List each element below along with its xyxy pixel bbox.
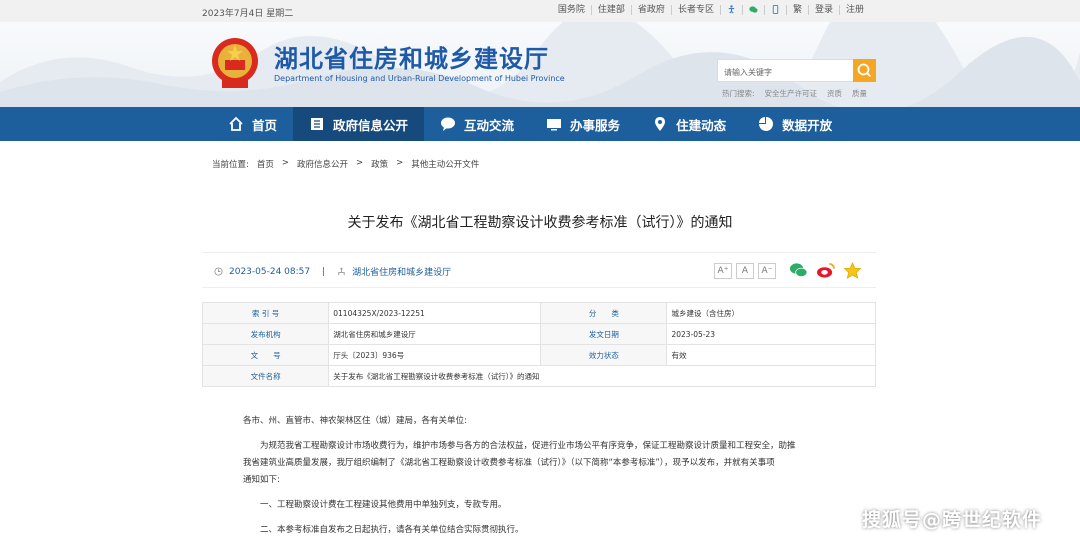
breadcrumb-separator: > (281, 158, 290, 168)
table-row: 发布机构 湖北省住房和城乡建设厅 发文日期 2023-05-23 (201, 323, 876, 345)
nav-label: 政府信息公开 (333, 117, 409, 133)
font-increase-button[interactable]: A⁺ (714, 263, 732, 279)
pie-chart-icon (758, 116, 774, 132)
breadcrumb-item[interactable]: 政府信息公开 (297, 158, 348, 170)
breadcrumb-label: 当前位置: (212, 160, 249, 170)
article-body: 各市、州、直管市、神农架林区住（城）建局，各有关单位: 为规范我省工程勘察设计市… (243, 413, 843, 539)
search-button[interactable] (853, 59, 876, 82)
table-row: 文 号 厅头〔2023〕936号 效力状态 有效 (201, 344, 876, 366)
mobile-icon[interactable] (763, 5, 786, 15)
link-state-council[interactable]: 国务院 (552, 5, 591, 15)
link-elderly-zone[interactable]: 长者专区 (670, 5, 720, 15)
table-row: 文件名称 关于发布《湖北省工程勘察设计收费参考标准（试行）》的通知 (201, 365, 876, 387)
info-value-publisher: 湖北省住房和城乡建设厅 (328, 323, 542, 345)
font-decrease-button[interactable]: A⁻ (758, 263, 776, 279)
body-paragraph: 为规范我省工程勘察设计市场收费行为，维护市场参与各方的合法权益，促进行业市场公平… (260, 441, 796, 451)
info-key-category: 分 类 (540, 302, 668, 324)
search-input[interactable]: 请输入关键字 (717, 59, 854, 82)
national-emblem-icon (212, 38, 258, 88)
info-value-doc-number: 厅头〔2023〕936号 (328, 344, 542, 366)
top-bar: 2023年7月4日 星期二 国务院 住建部 省政府 长者专区 繁 登录 注册 (0, 0, 1080, 22)
breadcrumb-item[interactable]: 首页 (257, 158, 274, 170)
hot-searches: 热门搜索: 安全生产许可证 资质 质量 (722, 88, 867, 99)
body-paragraph: 我省建筑业高质量发展，我厅组织编制了《湖北省工程勘察设计收费参考标准（试行）》（… (243, 458, 775, 468)
article-meta: 2023-05-24 08:57 | 湖北省住房和城乡建设厅 A⁺ A A⁻ (202, 252, 876, 288)
favorite-star-icon[interactable] (843, 262, 862, 279)
font-default-button[interactable]: A (736, 263, 754, 279)
info-key-doc-number: 文 号 (201, 344, 330, 366)
document-icon (309, 116, 325, 132)
traditional-chinese-link[interactable]: 繁 (785, 5, 808, 15)
info-value-file-name: 关于发布《湖北省工程勘察设计收费参考标准（试行）》的通知 (328, 365, 876, 387)
location-icon (652, 116, 668, 132)
hot-search-item[interactable]: 质量 (852, 88, 867, 99)
top-links: 国务院 住建部 省政府 长者专区 繁 登录 注册 (552, 5, 870, 15)
nav-item-home[interactable]: 首页 (212, 107, 293, 141)
info-value-index: 01104325X/2023-12251 (328, 302, 542, 324)
home-icon (228, 116, 244, 132)
table-row: 索 引 号 01104325X/2023-12251 分 类 城乡建设（含住房） (201, 302, 876, 324)
nav-item-services[interactable]: 办事服务 (530, 107, 636, 141)
info-value-category: 城乡建设（含住房） (666, 302, 876, 324)
nav-item-interaction[interactable]: 互动交流 (424, 107, 530, 141)
nav-item-open-data[interactable]: 数据开放 (742, 107, 848, 141)
nav-item-news[interactable]: 住建动态 (636, 107, 742, 141)
publish-datetime: 2023-05-24 08:57 (229, 266, 311, 277)
organization-icon (338, 267, 345, 276)
site-header: 湖北省住房和城乡建设厅 Department of Housing and Ur… (0, 22, 1080, 107)
body-item: 一、工程勘察设计费在工程建设其他费用中单独列支，专款专用。 (260, 500, 507, 510)
weibo-share-icon[interactable] (816, 262, 835, 279)
salutation: 各市、州、直管市、神农架林区住（城）建局，各有关单位: (243, 416, 467, 426)
info-key-issue-date: 发文日期 (540, 323, 668, 345)
info-value-status: 有效 (666, 344, 876, 366)
nav-label: 办事服务 (570, 117, 621, 133)
font-size-controls: A⁺ A A⁻ (714, 263, 776, 279)
breadcrumb-separator: > (396, 158, 404, 168)
breadcrumb-separator: > (356, 158, 364, 168)
info-key-status: 效力状态 (540, 344, 668, 366)
watermark: 搜狐号@跨世纪软件 (862, 509, 1043, 531)
breadcrumb-item[interactable]: 其他主动公开文件 (411, 158, 479, 170)
body-paragraph: 通知如下: (243, 475, 280, 485)
breadcrumb-item[interactable]: 政策 (371, 158, 388, 170)
nav-label: 住建动态 (676, 117, 727, 133)
clock-icon (214, 267, 223, 276)
site-subtitle: Department of Housing and Urban-Rural De… (274, 74, 565, 83)
nav-label: 首页 (252, 117, 278, 133)
search-icon (857, 63, 872, 78)
meta-separator: | (322, 266, 326, 277)
wechat-share-icon[interactable] (789, 262, 808, 279)
info-key-file-name: 文件名称 (201, 365, 330, 387)
chat-icon (440, 116, 456, 132)
wechat-icon[interactable] (741, 5, 764, 15)
login-link[interactable]: 登录 (807, 5, 839, 15)
site-title[interactable]: 湖北省住房和城乡建设厅 (274, 39, 549, 74)
body-item: 二、本参考标准自发布之日起执行，请各有关单位结合实际贯彻执行。 (260, 525, 524, 535)
info-key-publisher: 发布机构 (201, 323, 330, 345)
info-key-index: 索 引 号 (201, 302, 330, 324)
hot-search-label: 热门搜索: (722, 89, 755, 98)
nav-item-gov-info[interactable]: 政府信息公开 (293, 107, 425, 141)
main-nav: 首页 政府信息公开 互动交流 办事服务 住建动态 数据开放 (0, 107, 1080, 141)
nav-label: 数据开放 (782, 117, 833, 133)
register-link[interactable]: 注册 (838, 5, 870, 15)
accessibility-icon[interactable] (719, 5, 742, 15)
info-value-issue-date: 2023-05-23 (666, 323, 876, 345)
monitor-icon (546, 116, 562, 132)
hot-search-item[interactable]: 安全生产许可证 (765, 88, 818, 99)
link-ministry[interactable]: 住建部 (590, 5, 631, 15)
article-title: 关于发布《湖北省工程勘察设计收费参考标准（试行）》的通知 (347, 215, 733, 231)
current-date: 2023年7月4日 星期二 (202, 9, 294, 19)
hot-search-item[interactable]: 资质 (827, 88, 842, 99)
article-source: 湖北省住房和城乡建设厅 (352, 268, 452, 278)
share-icons (789, 262, 862, 279)
document-info-table: 索 引 号 01104325X/2023-12251 分 类 城乡建设（含住房）… (201, 302, 876, 387)
nav-label: 互动交流 (464, 117, 515, 133)
breadcrumb: 当前位置: 首页 > 政府信息公开 > 政策 > 其他主动公开文件 (212, 158, 479, 170)
link-provincial-gov[interactable]: 省政府 (630, 5, 671, 15)
